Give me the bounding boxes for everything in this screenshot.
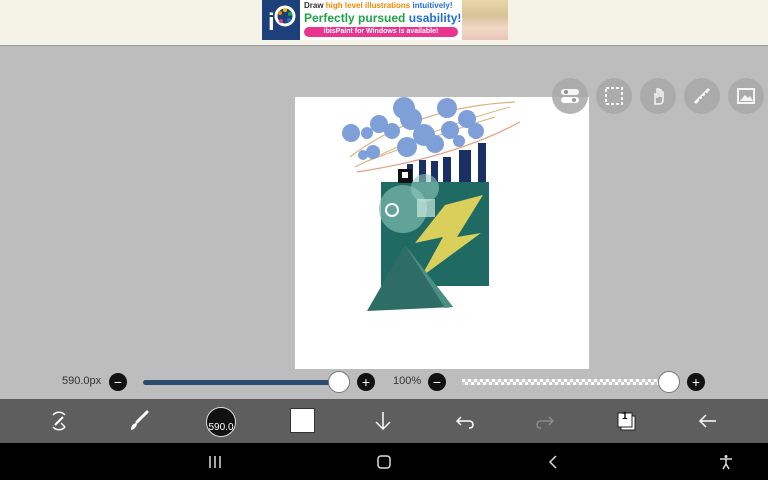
ad-character-image [462,0,508,40]
ad-text: intuitively! [410,1,453,10]
color-swatch[interactable] [290,408,315,433]
brush-size-slider-track[interactable] [143,380,339,385]
toggle-panel-icon[interactable] [552,78,588,114]
brush-size-indicator[interactable]: 590.0 [206,407,236,437]
opacity-slider-track[interactable] [462,379,668,385]
ad-content[interactable]: i Draw high level illustrations intuitiv… [262,0,508,40]
brush-icon[interactable] [124,399,154,443]
download-icon[interactable] [368,399,398,443]
opacity-value: 100% [393,375,422,387]
ad-text-highlight: usability! [408,11,462,25]
ad-text: Perfectly pursued [304,11,409,25]
brush-size-label: 590.0 [208,422,234,433]
brush-size-value: 590.0px [62,375,102,387]
ibispaint-logo-icon: i [262,0,300,40]
ad-text-highlight: high level illustrations [325,1,411,10]
svg-text:i: i [268,9,275,36]
redo-icon[interactable] [530,399,560,443]
ruler-icon[interactable] [684,78,720,114]
ad-subline: ibisPaint for Windows is available! [304,27,458,37]
undo-icon[interactable] [450,399,480,443]
ad-headline-1: Draw high level illustrations intuitivel… [304,1,453,10]
system-navigation-bar [0,443,768,480]
brush-size-increase-button[interactable]: + [357,373,375,391]
ad-banner[interactable]: i Draw high level illustrations intuitiv… [0,0,768,46]
ad-text: Draw [304,1,326,10]
artwork [342,97,521,311]
opacity-increase-button[interactable]: + [687,373,705,391]
back-icon[interactable] [693,399,723,443]
recent-apps-icon[interactable] [200,443,230,480]
transform-tool-icon[interactable] [44,399,74,443]
hand-tool-icon[interactable] [640,78,676,114]
bottom-toolbar: 1 [0,399,768,443]
layer-count: 1 [622,411,628,422]
accessibility-icon[interactable] [711,443,741,480]
home-icon[interactable] [369,443,399,480]
brush-size-decrease-button[interactable]: − [109,373,127,391]
opacity-slider-thumb[interactable] [658,371,680,393]
selection-icon[interactable] [596,78,632,114]
drawing-canvas[interactable] [295,97,589,369]
opacity-decrease-button[interactable]: − [428,373,446,391]
layers-icon[interactable]: 1 [611,399,641,443]
nav-back-icon[interactable] [539,443,569,480]
ad-headline-2: Perfectly pursued usability! [304,11,461,25]
image-icon[interactable] [728,78,764,114]
brush-size-slider-thumb[interactable] [328,371,350,393]
